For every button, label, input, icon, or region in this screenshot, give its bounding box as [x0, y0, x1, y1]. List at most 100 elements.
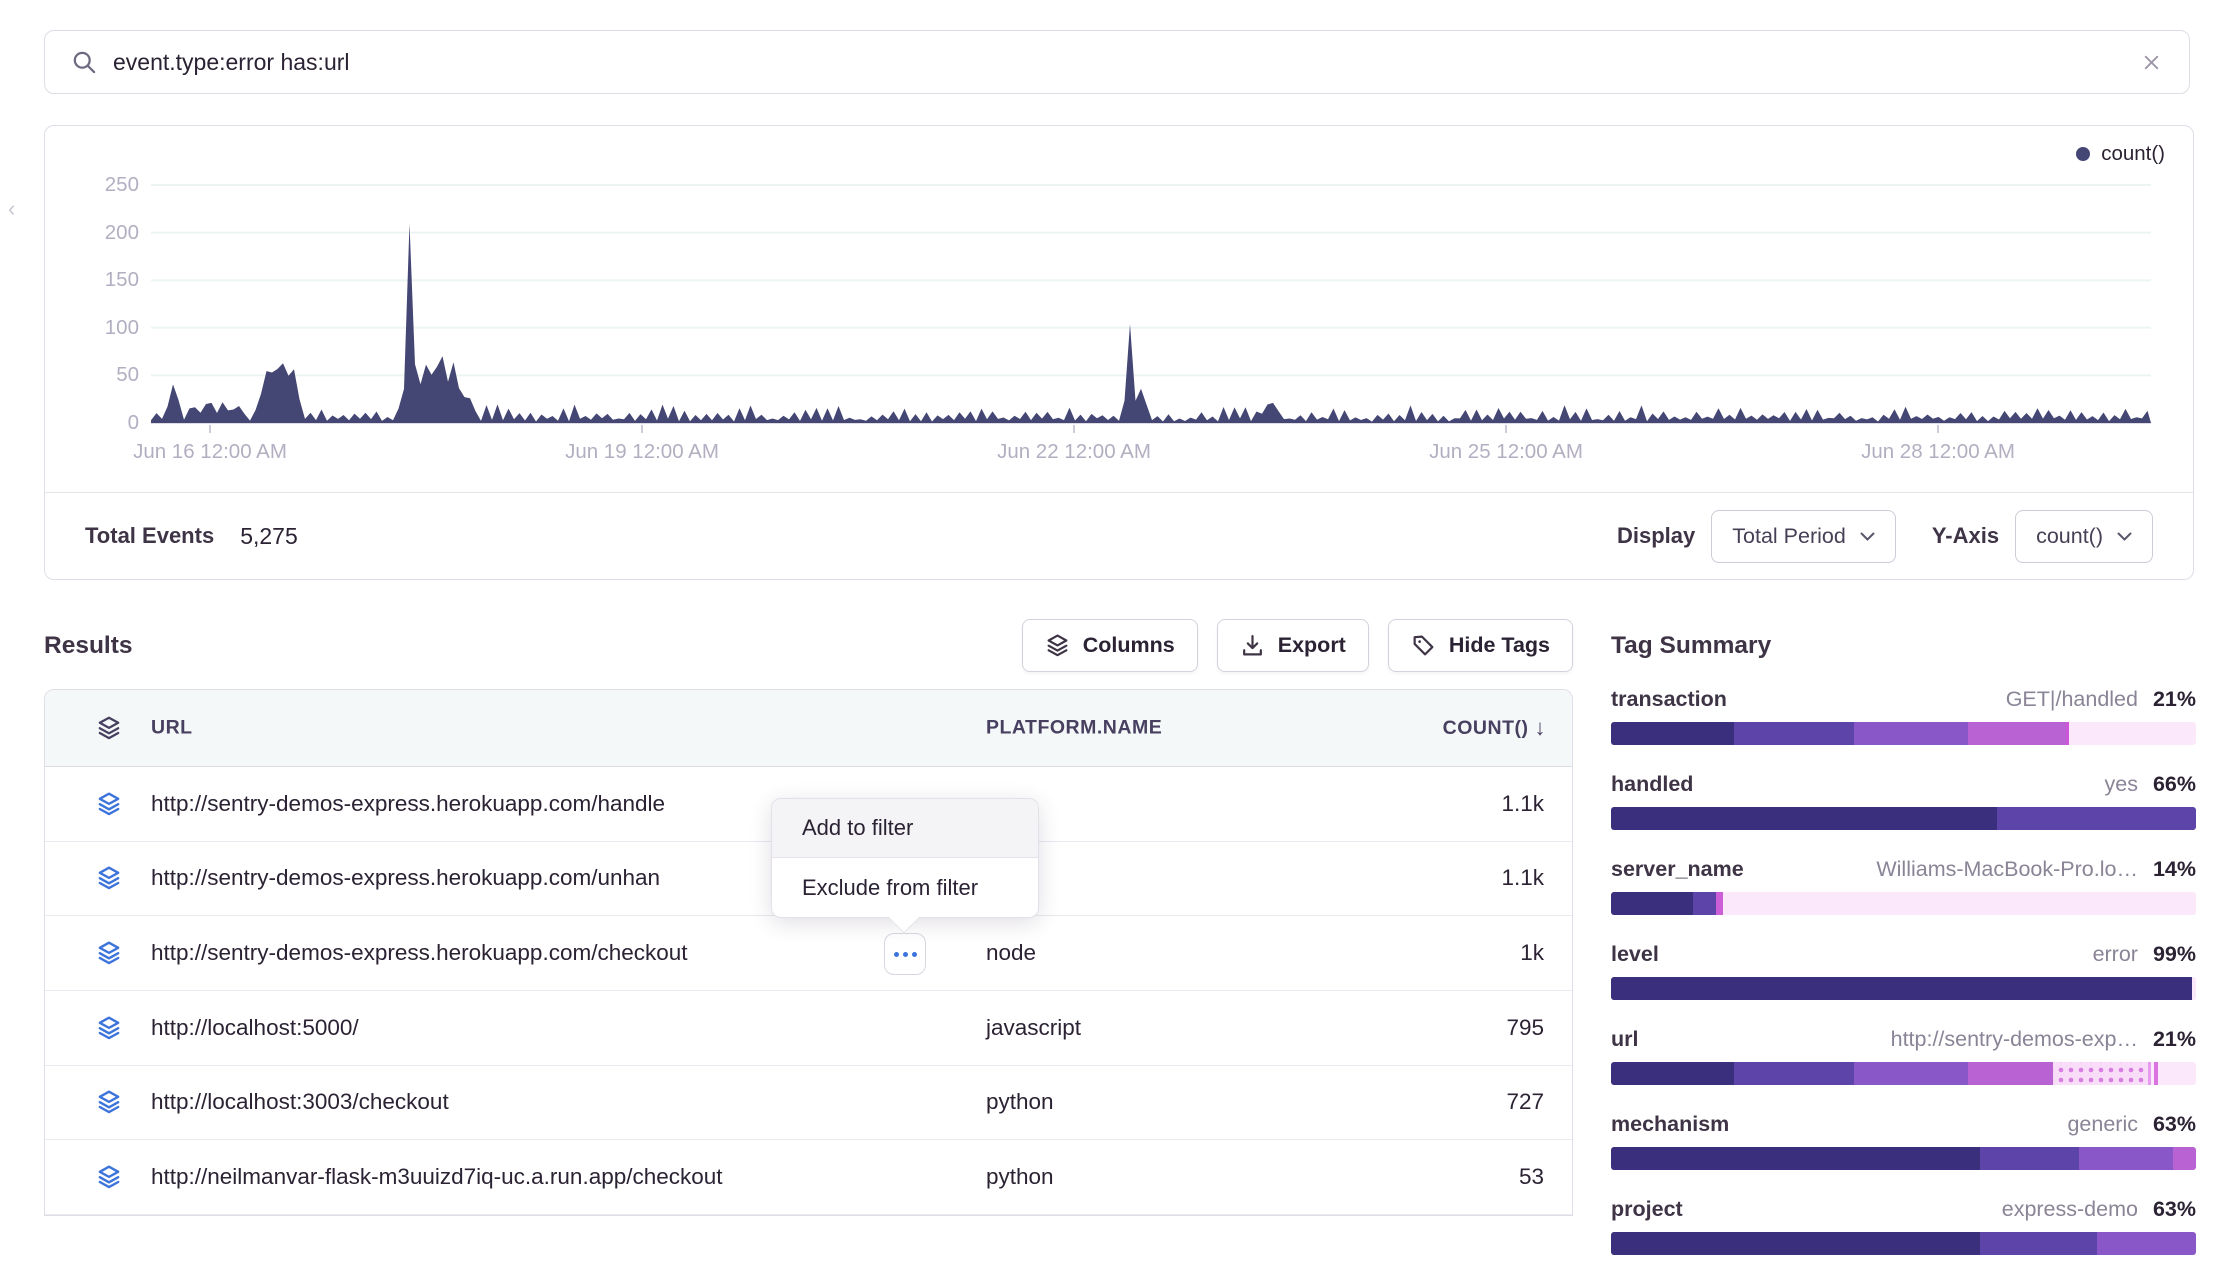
tag-bar-segment[interactable]: [1611, 807, 1997, 830]
url-cell[interactable]: http://sentry-demos-express.herokuapp.co…: [151, 791, 665, 817]
tag-bar-segment[interactable]: [2069, 722, 2196, 745]
tag-bar-segment[interactable]: [1723, 892, 2196, 915]
tag-distribution-bar[interactable]: [1611, 977, 2196, 1000]
tag-distribution-bar[interactable]: [1611, 1147, 2196, 1170]
tag-top-value: Williams-MacBook-Pro.lo… 14%: [1876, 857, 2196, 882]
sidebar-collapse-handle[interactable]: ‹: [8, 198, 22, 220]
tag-name: transaction: [1611, 687, 1727, 712]
tag-bar-segment[interactable]: [2192, 977, 2196, 1000]
search-bar[interactable]: [44, 30, 2190, 94]
columns-button[interactable]: Columns: [1022, 619, 1198, 672]
tag-bar-segment[interactable]: [1980, 1232, 2097, 1255]
tag-distribution-bar[interactable]: [1611, 807, 2196, 830]
url-cell[interactable]: http://localhost:3003/checkout: [151, 1089, 449, 1115]
tag-distribution-bar[interactable]: [1611, 1062, 2196, 1085]
columns-stack-icon: [96, 791, 122, 817]
tag-distribution-bar[interactable]: [1611, 1232, 2196, 1255]
url-cell[interactable]: http://sentry-demos-express.herokuapp.co…: [151, 940, 688, 966]
platform-cell[interactable]: node: [986, 940, 1036, 966]
columns-stack-icon: [96, 1015, 122, 1041]
tag-bar-segment[interactable]: [1980, 1147, 2079, 1170]
event-count-chart[interactable]: [45, 126, 2195, 492]
count-cell[interactable]: 1.1k: [1501, 865, 1544, 891]
cell-actions-menu: Add to filter Exclude from filter: [771, 798, 1039, 918]
tag-distribution-bar[interactable]: [1611, 722, 2196, 745]
column-header-url[interactable]: URL: [151, 717, 193, 740]
tag-bar-segment[interactable]: [1611, 722, 1734, 745]
export-button[interactable]: Export: [1217, 619, 1369, 672]
count-cell[interactable]: 1.1k: [1501, 791, 1544, 817]
count-cell[interactable]: 727: [1506, 1089, 1544, 1115]
tag-bar-segment[interactable]: [1734, 1062, 1854, 1085]
menu-item-add-to-filter[interactable]: Add to filter: [772, 799, 1038, 858]
table-row[interactable]: http://localhost:3003/checkout python 727: [45, 1066, 1572, 1141]
count-cell[interactable]: 1k: [1520, 940, 1544, 966]
tag-entry-handled: handled yes 66%: [1611, 769, 2196, 830]
count-cell[interactable]: 795: [1506, 1015, 1544, 1041]
tag-bar-segment[interactable]: [1716, 892, 1723, 915]
tag-distribution-bar[interactable]: [1611, 892, 2196, 915]
platform-cell[interactable]: python: [986, 1164, 1054, 1190]
tag-bar-segment[interactable]: [2053, 1062, 2148, 1085]
x-axis-tick: Jun 19 12:00 AM: [502, 440, 782, 464]
tag-bar-segment[interactable]: [2097, 1232, 2196, 1255]
columns-stack-icon[interactable]: [96, 715, 122, 741]
y-axis-tick: 250: [69, 172, 139, 198]
platform-cell[interactable]: javascript: [986, 1015, 1081, 1041]
tag-top-value: error 99%: [2093, 942, 2196, 967]
total-events-value: 5,275: [240, 523, 298, 550]
tag-bar-segment[interactable]: [2079, 1147, 2173, 1170]
tag-name: url: [1611, 1027, 1638, 1052]
table-row[interactable]: http://neilmanvar-flask-m3uuizd7iq-uc.a.…: [45, 1140, 1572, 1215]
table-row[interactable]: http://sentry-demos-express.herokuapp.co…: [45, 916, 1572, 991]
columns-stack-icon: [96, 940, 122, 966]
column-header-platform[interactable]: PLATFORM.NAME: [986, 717, 1162, 740]
display-dropdown[interactable]: Total Period: [1711, 510, 1896, 563]
tag-bar-segment[interactable]: [1693, 892, 1716, 915]
chevron-down-icon: [1860, 532, 1875, 541]
tag-entry-server_name: server_name Williams-MacBook-Pro.lo… 14%: [1611, 854, 2196, 915]
results-table: URL PLATFORM.NAME COUNT() ↓ http://sentr…: [44, 689, 1573, 1216]
tag-bar-segment[interactable]: [2158, 1062, 2196, 1085]
column-header-count[interactable]: COUNT() ↓: [1443, 715, 1546, 741]
chevron-down-icon: [2117, 532, 2132, 541]
yaxis-dropdown[interactable]: count(): [2015, 510, 2153, 563]
tag-top-value: generic 63%: [2067, 1112, 2196, 1137]
tag-top-value: yes 66%: [2105, 772, 2197, 797]
cell-actions-ellipsis-button[interactable]: [884, 933, 926, 975]
count-cell[interactable]: 53: [1519, 1164, 1544, 1190]
sort-desc-icon: ↓: [1535, 715, 1547, 741]
tag-name: server_name: [1611, 857, 1744, 882]
yaxis-label: Y-Axis: [1932, 523, 1999, 549]
tag-name: handled: [1611, 772, 1693, 797]
url-cell[interactable]: http://sentry-demos-express.herokuapp.co…: [151, 865, 660, 891]
tag-bar-segment[interactable]: [1611, 892, 1693, 915]
tag-bar-segment[interactable]: [2173, 1147, 2196, 1170]
search-input[interactable]: [113, 49, 2140, 76]
tag-top-value: express-demo 63%: [2002, 1197, 2196, 1222]
tag-bar-segment[interactable]: [1854, 1062, 1968, 1085]
url-cell[interactable]: http://neilmanvar-flask-m3uuizd7iq-uc.a.…: [151, 1164, 723, 1190]
export-download-icon: [1240, 633, 1265, 658]
tag-bar-segment[interactable]: [1611, 1062, 1734, 1085]
tag-bar-segment[interactable]: [1968, 722, 2066, 745]
hide-tags-button[interactable]: Hide Tags: [1388, 619, 1573, 672]
x-axis-tick: Jun 22 12:00 AM: [934, 440, 1214, 464]
tag-bar-segment[interactable]: [1611, 977, 2192, 1000]
tag-bar-segment[interactable]: [1968, 1062, 2053, 1085]
tag-bar-segment[interactable]: [1611, 1232, 1980, 1255]
columns-stack-icon: [96, 865, 122, 891]
tag-bar-segment[interactable]: [1854, 722, 1968, 745]
table-header-row: URL PLATFORM.NAME COUNT() ↓: [45, 690, 1572, 767]
tag-bar-segment[interactable]: [1611, 1147, 1980, 1170]
table-row[interactable]: http://localhost:5000/javascript 795: [45, 991, 1572, 1066]
tag-bar-segment[interactable]: [1997, 807, 2196, 830]
search-icon: [71, 49, 98, 76]
platform-cell[interactable]: python: [986, 1089, 1054, 1115]
url-cell[interactable]: http://localhost:5000/: [151, 1015, 359, 1041]
tag-name: level: [1611, 942, 1659, 967]
close-icon[interactable]: [2140, 51, 2163, 74]
tag-bar-segment[interactable]: [1734, 722, 1854, 745]
chart-canvas[interactable]: [45, 126, 2195, 492]
tag-entry-transaction: transactionGET|/handled 21%: [1611, 684, 2196, 745]
